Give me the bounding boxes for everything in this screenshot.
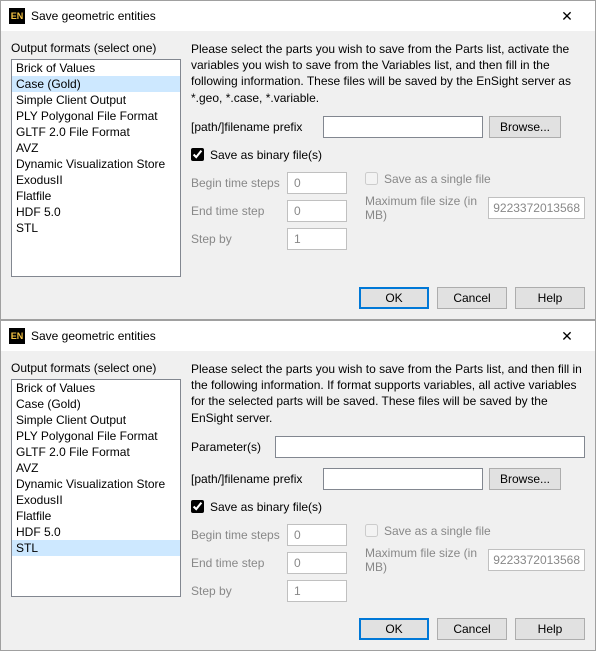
list-item[interactable]: HDF 5.0 [12,204,180,220]
filename-prefix-label: [path/]filename prefix [191,472,317,486]
app-icon: EN [9,328,25,344]
single-file-label: Save as a single file [384,524,491,538]
parameters-label: Parameter(s) [191,440,269,454]
save-binary-label: Save as binary file(s) [210,148,322,162]
end-step-label: End time step [191,556,287,570]
end-step-label: End time step [191,204,287,218]
output-formats-label: Output formats (select one) [11,361,181,375]
list-item[interactable]: AVZ [12,460,180,476]
save-binary-input[interactable] [191,148,204,161]
step-by-label: Step by [191,584,287,598]
filename-prefix-input[interactable] [323,468,483,490]
step-by-value: 1 [287,580,347,602]
list-item[interactable]: PLY Polygonal File Format [12,108,180,124]
save-binary-checkbox[interactable]: Save as binary file(s) [191,500,322,514]
begin-steps-value: 0 [287,524,347,546]
step-by-label: Step by [191,232,287,246]
list-item[interactable]: AVZ [12,140,180,156]
cancel-button[interactable]: Cancel [437,618,507,640]
list-item[interactable]: Case (Gold) [12,76,180,92]
list-item[interactable]: Brick of Values [12,60,180,76]
begin-steps-value: 0 [287,172,347,194]
browse-button[interactable]: Browse... [489,468,561,490]
save-binary-checkbox[interactable]: Save as binary file(s) [191,148,322,162]
single-file-label: Save as a single file [384,172,491,186]
instructions-text: Please select the parts you wish to save… [191,41,585,106]
list-item[interactable]: HDF 5.0 [12,524,180,540]
ok-button[interactable]: OK [359,618,429,640]
max-filesize-label: Maximum file size (in MB) [365,194,482,222]
max-filesize-label: Maximum file size (in MB) [365,546,482,574]
list-item[interactable]: GLTF 2.0 File Format [12,124,180,140]
output-formats-label: Output formats (select one) [11,41,181,55]
output-formats-listbox[interactable]: Brick of ValuesCase (Gold)Simple Client … [11,59,181,277]
list-item[interactable]: STL [12,540,180,556]
list-item[interactable]: ExodusII [12,492,180,508]
single-file-input [365,172,378,185]
cancel-button[interactable]: Cancel [437,287,507,309]
end-step-value: 0 [287,552,347,574]
filename-prefix-label: [path/]filename prefix [191,120,317,134]
parameters-input[interactable] [275,436,585,458]
app-icon: EN [9,8,25,24]
close-icon[interactable]: ✕ [547,322,587,350]
close-icon[interactable]: ✕ [547,2,587,30]
window-title: Save geometric entities [31,9,547,23]
single-file-input [365,524,378,537]
filename-prefix-input[interactable] [323,116,483,138]
max-filesize-value: 9223372013568 [488,197,585,219]
list-item[interactable]: GLTF 2.0 File Format [12,444,180,460]
list-item[interactable]: PLY Polygonal File Format [12,428,180,444]
titlebar: EN Save geometric entities ✕ [1,1,595,31]
save-binary-label: Save as binary file(s) [210,500,322,514]
help-button[interactable]: Help [515,618,585,640]
list-item[interactable]: Case (Gold) [12,396,180,412]
list-item[interactable]: Simple Client Output [12,412,180,428]
browse-button[interactable]: Browse... [489,116,561,138]
titlebar: EN Save geometric entities ✕ [1,321,595,351]
instructions-text: Please select the parts you wish to save… [191,361,585,426]
begin-steps-label: Begin time steps [191,528,287,542]
step-by-value: 1 [287,228,347,250]
save-binary-input[interactable] [191,500,204,513]
list-item[interactable]: Simple Client Output [12,92,180,108]
output-formats-listbox[interactable]: Brick of ValuesCase (Gold)Simple Client … [11,379,181,597]
single-file-checkbox: Save as a single file [365,524,491,538]
single-file-checkbox: Save as a single file [365,172,491,186]
list-item[interactable]: Flatfile [12,508,180,524]
window-title: Save geometric entities [31,329,547,343]
save-geometric-dialog-2: EN Save geometric entities ✕ Output form… [0,320,596,651]
ok-button[interactable]: OK [359,287,429,309]
list-item[interactable]: ExodusII [12,172,180,188]
list-item[interactable]: STL [12,220,180,236]
list-item[interactable]: Brick of Values [12,380,180,396]
max-filesize-value: 9223372013568 [488,549,585,571]
list-item[interactable]: Flatfile [12,188,180,204]
list-item[interactable]: Dynamic Visualization Store [12,476,180,492]
list-item[interactable]: Dynamic Visualization Store [12,156,180,172]
help-button[interactable]: Help [515,287,585,309]
end-step-value: 0 [287,200,347,222]
save-geometric-dialog-1: EN Save geometric entities ✕ Output form… [0,0,596,320]
begin-steps-label: Begin time steps [191,176,287,190]
